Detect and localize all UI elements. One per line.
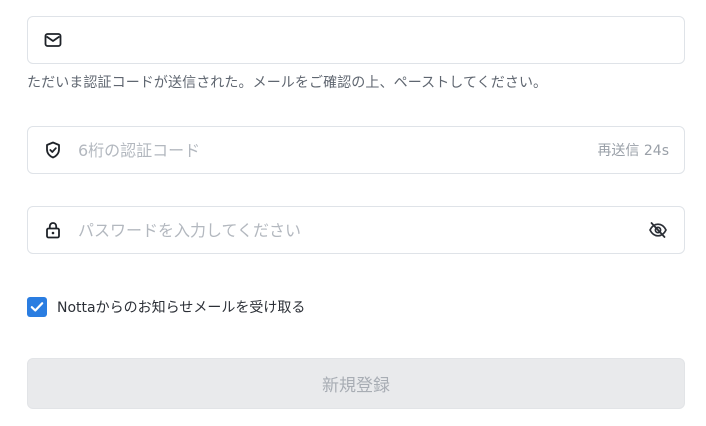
lock-icon: [43, 220, 63, 240]
checkmark-icon: [30, 302, 44, 312]
newsletter-option[interactable]: Nottaからのお知らせメールを受け取る: [27, 296, 305, 318]
newsletter-label: Nottaからのお知らせメールを受け取る: [57, 300, 306, 316]
eye-off-icon[interactable]: [647, 219, 669, 241]
verification-code-input[interactable]: [78, 127, 598, 173]
verification-hint: ただいま認証コードが送信された。メールをご確認の上、ペーストしてください。: [27, 75, 548, 91]
password-field[interactable]: [27, 206, 685, 254]
register-button[interactable]: 新規登録: [27, 358, 685, 409]
verification-code-field[interactable]: 再送信 24s: [27, 126, 685, 174]
shield-check-icon: [43, 140, 63, 160]
mail-icon: [43, 30, 63, 50]
password-input[interactable]: [78, 207, 647, 253]
email-input[interactable]: [78, 17, 684, 63]
email-field[interactable]: [27, 16, 685, 64]
newsletter-checkbox[interactable]: [27, 297, 47, 317]
resend-code-button[interactable]: 再送信 24s: [597, 140, 669, 160]
signup-form: ただいま認証コードが送信された。メールをご確認の上、ペーストしてください。 再送…: [0, 0, 706, 426]
